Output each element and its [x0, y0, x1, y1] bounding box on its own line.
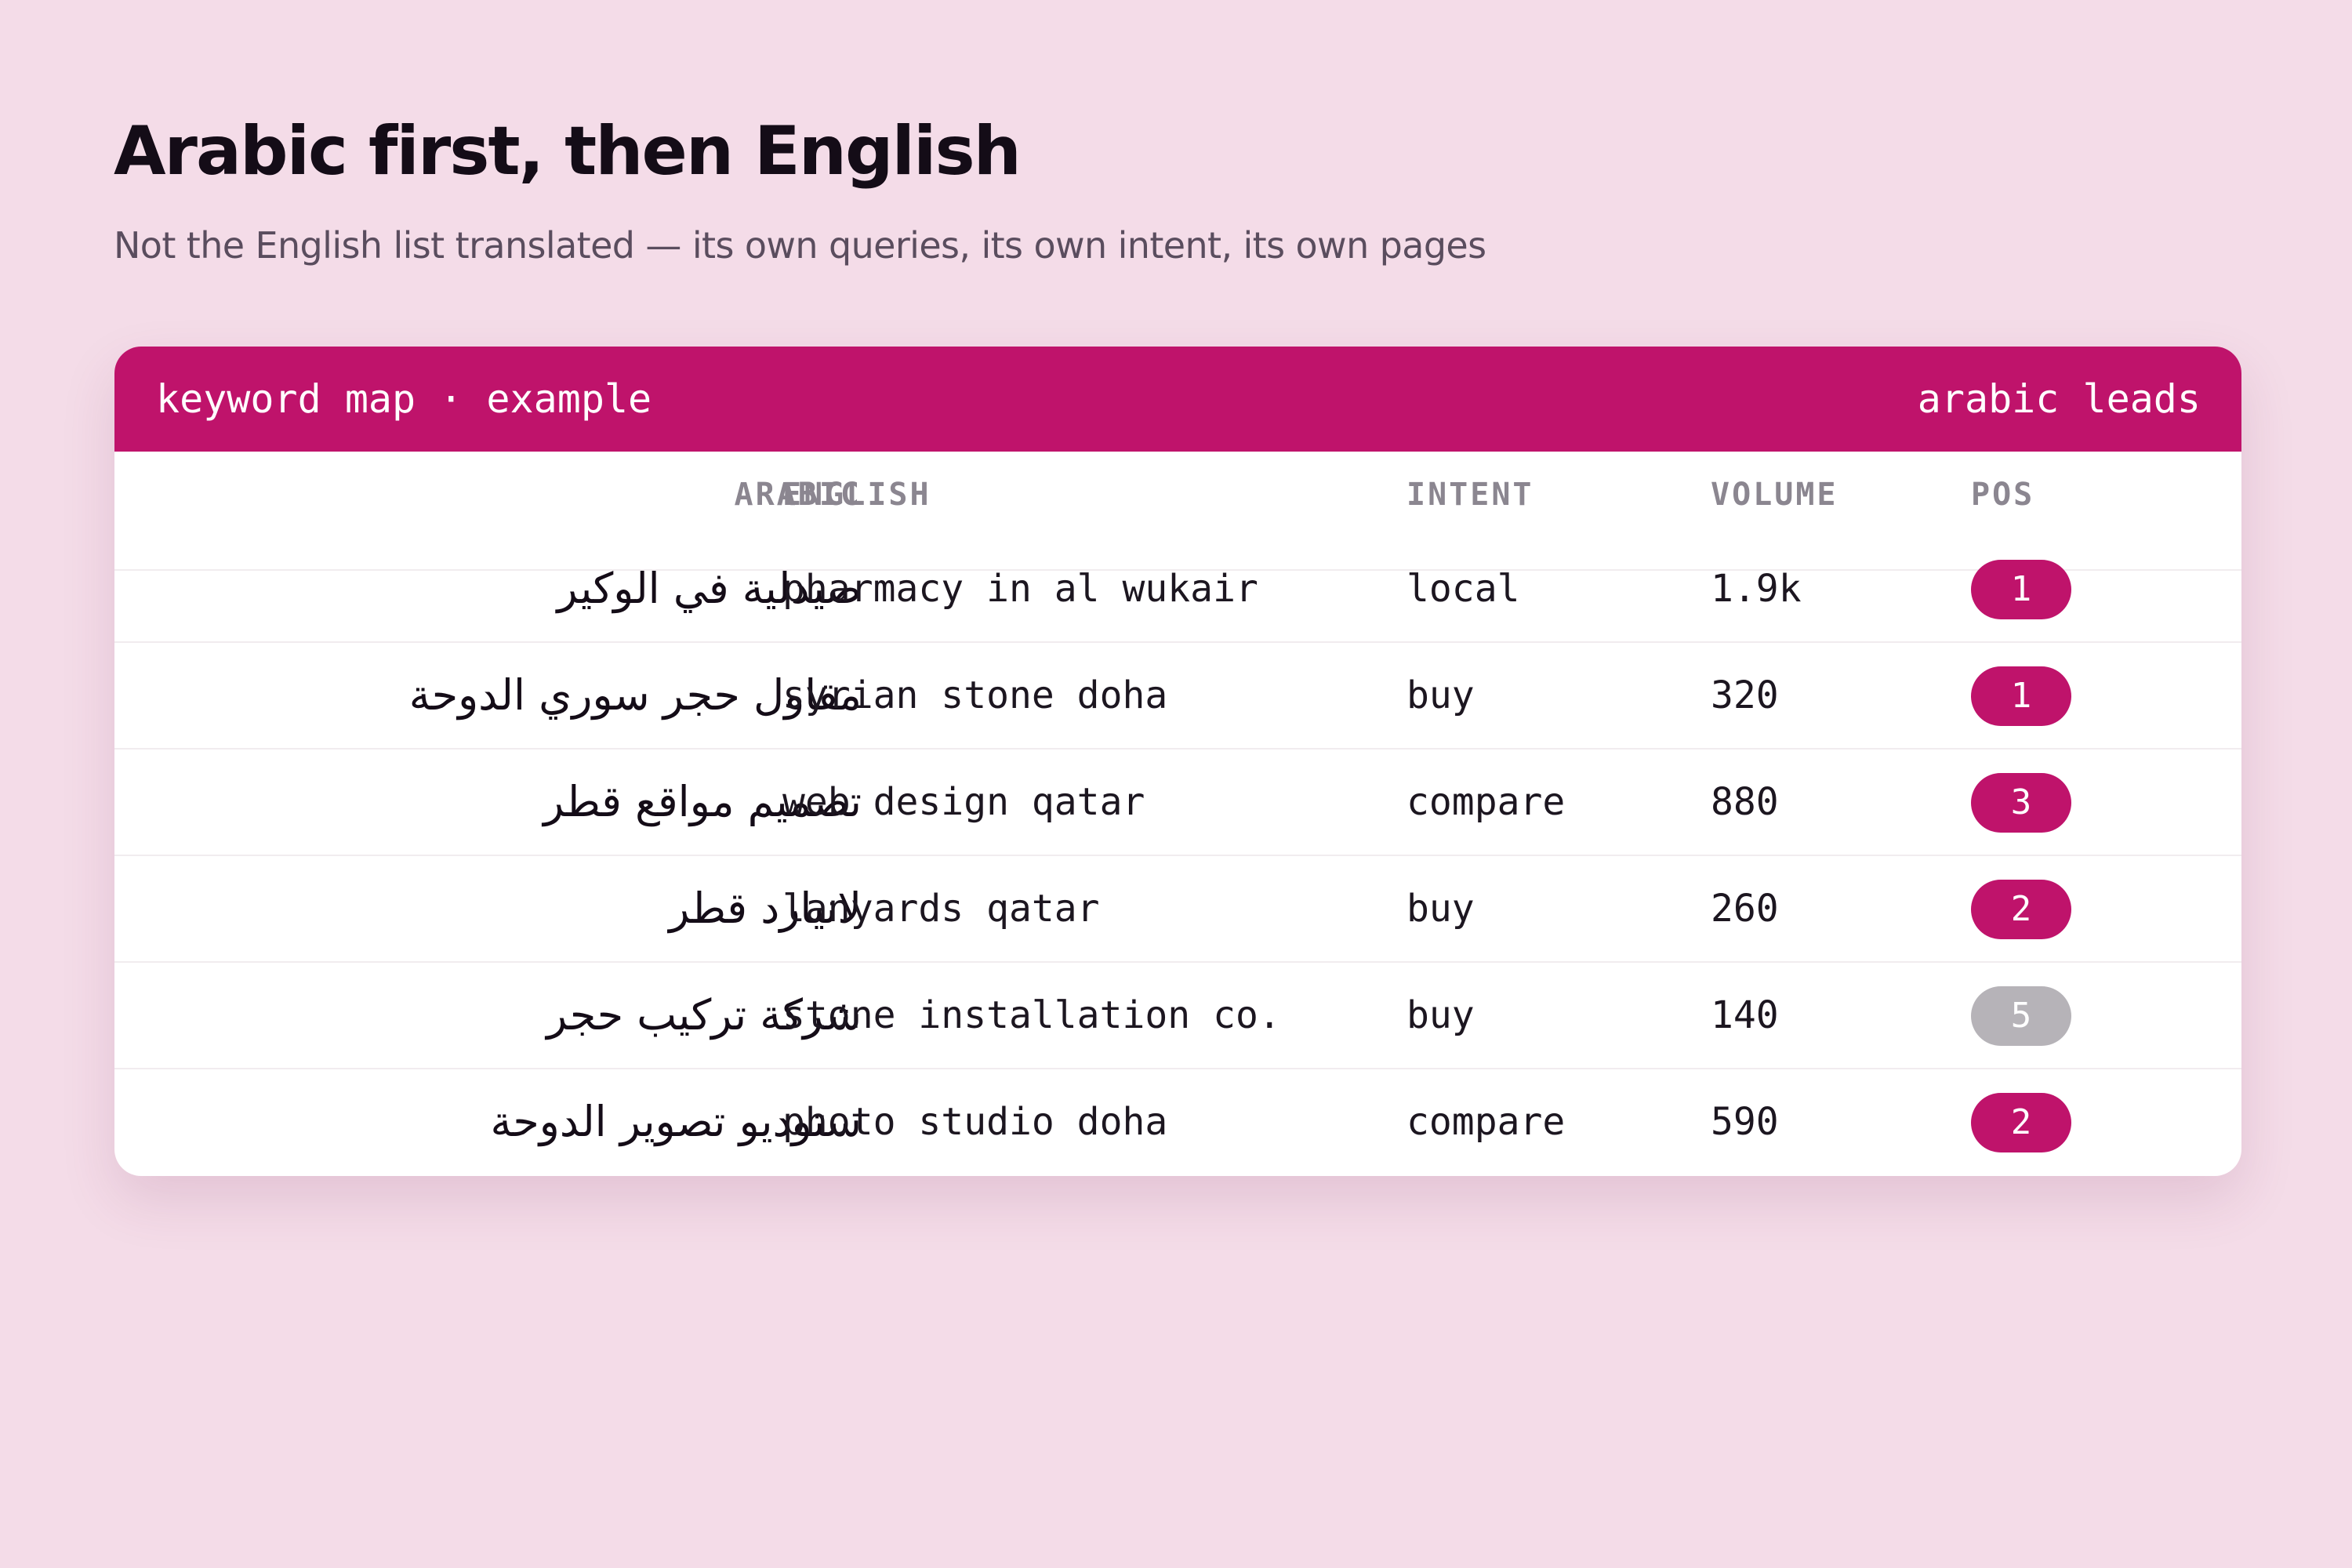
volume-value: 140 — [1711, 993, 1779, 1037]
english-keyword: web design qatar — [782, 780, 1145, 824]
column-header-english: ENGLISH — [782, 477, 931, 513]
position-cell: 1 — [1971, 666, 2071, 726]
english-keyword: lanyards qatar — [782, 887, 1100, 931]
english-keyword: photo studio doha — [782, 1100, 1168, 1144]
intent-value: compare — [1406, 1100, 1566, 1144]
table-row: تصميم مواقع قطر web design qatar compare… — [114, 750, 2241, 856]
table-row: شركة تركيب حجر stone installation co. bu… — [114, 963, 2241, 1069]
volume-value: 590 — [1711, 1100, 1779, 1144]
english-keyword: stone installation co. — [782, 993, 1281, 1037]
volume-value: 880 — [1711, 780, 1779, 824]
position-badge: 2 — [1971, 1093, 2071, 1152]
position-cell: 5 — [1971, 986, 2071, 1046]
card-header: keyword map · example arabic leads — [114, 347, 2241, 452]
position-badge: 1 — [1971, 666, 2071, 726]
page-title: Arabic first, then English — [114, 112, 1022, 191]
position-cell: 1 — [1971, 560, 2071, 619]
english-keyword: pharmacy in al wukair — [782, 567, 1258, 611]
intent-value: buy — [1406, 993, 1475, 1037]
volume-value: 260 — [1711, 887, 1779, 931]
table-row: صيدلية في الوكير pharmacy in al wukair l… — [114, 536, 2241, 643]
column-header-volume: VOLUME — [1711, 477, 1838, 513]
column-header-pos: POS — [1971, 477, 2035, 513]
keyword-table-body: صيدلية في الوكير pharmacy in al wukair l… — [114, 536, 2241, 1176]
intent-value: buy — [1406, 887, 1475, 931]
table-row: ستوديو تصوير الدوحة photo studio doha co… — [114, 1069, 2241, 1176]
volume-value: 320 — [1711, 673, 1779, 717]
position-badge: 1 — [1971, 560, 2071, 619]
position-badge: 3 — [1971, 773, 2071, 833]
position-cell: 2 — [1971, 1093, 2071, 1152]
intent-value: compare — [1406, 780, 1566, 824]
position-badge: 2 — [1971, 880, 2071, 939]
table-row: مقاول حجر سوري الدوحة syrian stone doha … — [114, 643, 2241, 750]
page-subtitle: Not the English list translated — its ow… — [114, 224, 1486, 267]
intent-value: buy — [1406, 673, 1475, 717]
keyword-map-card: keyword map · example arabic leads ARABI… — [114, 347, 2241, 1176]
card-header-label: keyword map · example — [156, 376, 652, 422]
table-row: لانيارد قطر lanyards qatar buy 260 2 — [114, 856, 2241, 963]
intent-value: local — [1406, 567, 1520, 611]
english-keyword: syrian stone doha — [782, 673, 1168, 717]
position-badge: 5 — [1971, 986, 2071, 1046]
position-cell: 3 — [1971, 773, 2071, 833]
volume-value: 1.9k — [1711, 567, 1802, 611]
position-cell: 2 — [1971, 880, 2071, 939]
column-header-intent: INTENT — [1406, 477, 1534, 513]
card-header-tag: arabic leads — [1917, 376, 2201, 422]
